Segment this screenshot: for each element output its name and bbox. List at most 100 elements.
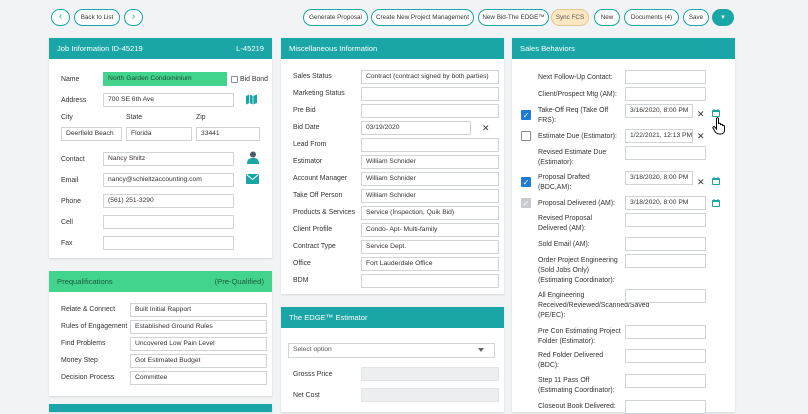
contact-person-icon[interactable] — [247, 151, 259, 166]
previous-record-button[interactable]: ‹ — [51, 9, 70, 26]
sales-behaviors-title: Sales Behaviors — [520, 44, 575, 53]
new-bid-edge-button[interactable]: New Bid-The EDGE™ — [478, 9, 549, 26]
find-problems-label: Find Problems — [61, 340, 106, 347]
clear-estimate-due-icon[interactable]: ✕ — [697, 131, 705, 141]
proposal-delivered-checkbox[interactable]: ✓ — [521, 198, 531, 208]
estimate-due-checkbox[interactable] — [521, 131, 531, 141]
estimator-label: Estimator — [293, 158, 323, 165]
revised-estimate-due-field[interactable] — [625, 146, 706, 160]
proposal-drafted-field[interactable]: 3/18/2020, 8:00 PM — [625, 171, 693, 185]
job-information-header: Job Information ID-45219 L-45219 — [49, 38, 272, 59]
marketing-status-field[interactable] — [361, 87, 499, 101]
more-menu-button[interactable]: ▾ — [712, 9, 734, 26]
proposal-drafted-checkbox[interactable]: ✓ — [521, 177, 531, 187]
contract-type-label: Contract Type — [293, 243, 336, 250]
bid-date-field[interactable]: 03/19/2020 — [361, 121, 471, 135]
client-profile-field[interactable]: Condo- Apt- Multi-family — [361, 223, 499, 237]
account-manager-field[interactable]: William Schnider — [361, 172, 499, 186]
documents-button[interactable]: Documents (4) — [624, 9, 679, 26]
revised-proposal-delivered-field[interactable] — [625, 213, 706, 227]
email-envelope-icon[interactable] — [246, 174, 259, 186]
generate-proposal-button[interactable]: Generate Proposal — [303, 9, 368, 26]
estimator-field[interactable]: William Schnider — [361, 155, 499, 169]
relate-connect-field[interactable]: Built Initial Rapport — [130, 303, 267, 317]
save-button[interactable]: Save — [683, 9, 709, 26]
job-information-title: Job Information ID-45219 — [57, 44, 143, 53]
cell-field[interactable] — [103, 215, 234, 229]
contact-field[interactable]: Nancy Shiltz — [103, 152, 234, 166]
all-engineering-field[interactable] — [625, 289, 706, 303]
sold-email-field[interactable] — [625, 237, 706, 251]
client-prospect-mtg-field[interactable] — [625, 87, 706, 101]
pre-con-estimating-field[interactable] — [625, 325, 706, 339]
state-field[interactable]: Florida — [126, 127, 192, 141]
lead-from-field[interactable] — [361, 138, 499, 152]
decision-process-field[interactable]: Committee — [130, 371, 267, 385]
sales-behaviors-panel: Sales Behaviors Next Follow-Up Contact: … — [512, 38, 735, 414]
contact-label: Contact — [61, 156, 85, 163]
miscellaneous-information-panel: Miscellaneous Information Sales Status C… — [281, 38, 504, 294]
zip-field[interactable]: 33441 — [196, 127, 260, 141]
estimate-due-field[interactable]: 1/22/2021, 12:13 PM — [625, 129, 693, 143]
next-follow-up-field[interactable] — [625, 70, 706, 84]
proposal-delivered-label: Proposal Delivered (AM): — [538, 200, 615, 207]
new-button[interactable]: New — [594, 9, 620, 26]
edge-estimator-title: The EDGE™ Estimator — [289, 313, 368, 322]
marketing-status-label: Marketing Status — [293, 90, 345, 97]
map-icon[interactable] — [246, 94, 257, 107]
city-field[interactable]: Deerfield Beach — [61, 127, 122, 141]
take-off-person-field[interactable]: William Schnider — [361, 189, 499, 203]
address-label: Address — [61, 97, 87, 104]
sales-status-label: Sales Status — [293, 73, 332, 80]
take-off-req-checkbox[interactable]: ✓ — [521, 110, 531, 120]
name-field[interactable]: North Garden Condominium — [103, 72, 227, 86]
gross-price-label: Grosss Price — [293, 371, 333, 378]
net-cost-field — [361, 388, 499, 402]
revised-estimate-due-label: Revised Estimate Due (Estimator): — [538, 149, 607, 166]
calendar-icon[interactable] — [712, 177, 720, 187]
order-project-engineering-field[interactable] — [625, 254, 706, 268]
clear-proposal-drafted-icon[interactable]: ✕ — [697, 177, 705, 187]
client-prospect-mtg-label: Client/Prospect Mtg (AM): — [538, 91, 617, 98]
calendar-icon[interactable] — [712, 199, 720, 209]
create-project-management-button[interactable]: Create New Project Management — [371, 9, 474, 26]
pre-bid-label: Pre Bid — [293, 107, 316, 114]
job-information-panel: Job Information ID-45219 L-45219 Name Nor… — [49, 38, 272, 258]
back-to-list-button[interactable]: Back to List — [74, 9, 120, 26]
sales-behaviors-header: Sales Behaviors — [512, 38, 735, 59]
sync-fcs-button[interactable]: Sync FCS — [551, 9, 589, 26]
find-problems-field[interactable]: Uncovered Low Pain Level — [130, 337, 267, 351]
clear-bid-date-icon[interactable]: ✕ — [482, 123, 490, 133]
email-field[interactable]: nancy@schieltzaccounting.com — [103, 173, 234, 187]
clear-take-off-req-icon[interactable]: ✕ — [697, 109, 705, 119]
step-11-pass-off-field[interactable] — [625, 374, 706, 388]
rules-engagement-field[interactable]: Established Ground Rules — [130, 320, 267, 334]
red-folder-delivered-field[interactable] — [625, 349, 706, 363]
proposal-delivered-field[interactable]: 3/18/2020, 8:00 PM — [625, 196, 706, 210]
chevron-right-icon: › — [131, 11, 136, 22]
take-off-req-field[interactable]: 3/16/2020, 8:00 PM — [625, 104, 693, 118]
products-services-field[interactable]: Service (Inspection, Quik Bid) — [361, 206, 499, 220]
job-code: L-45219 — [236, 44, 264, 53]
pre-con-estimating-label: Pre Con Estimating Project Folder (Estim… — [538, 328, 621, 345]
phone-field[interactable]: (561) 251-3290 — [103, 194, 234, 208]
contract-type-field[interactable]: Service Dept. — [361, 240, 499, 254]
prequalifications-title: Prequalifications — [57, 277, 113, 286]
select-placeholder: Select option — [293, 346, 332, 353]
office-field[interactable]: Fort Lauderdale Office — [361, 257, 499, 271]
edge-option-select[interactable]: Select option — [288, 343, 495, 358]
fax-field[interactable] — [103, 236, 234, 250]
sales-status-field[interactable]: Contract (contract signed by both partie… — [361, 70, 499, 84]
address-field[interactable]: 700 SE 6th Ave — [103, 93, 234, 107]
dropdown-arrow-icon — [478, 348, 484, 352]
pre-bid-field[interactable] — [361, 104, 499, 118]
take-off-req-label: Take-Off Req (Take Off FRS): — [538, 107, 609, 124]
fax-label: Fax — [61, 240, 73, 247]
bdm-field[interactable] — [361, 274, 499, 288]
bid-bond-checkbox[interactable] — [231, 76, 238, 83]
take-off-person-label: Take Off Person — [293, 192, 343, 199]
money-step-field[interactable]: Got Estimated Budget — [130, 354, 267, 368]
bid-date-label: Bid Date — [293, 124, 320, 131]
proposal-drafted-label: Proposal Drafted (BDC,AM): — [538, 174, 590, 191]
next-record-button[interactable]: › — [124, 9, 143, 26]
